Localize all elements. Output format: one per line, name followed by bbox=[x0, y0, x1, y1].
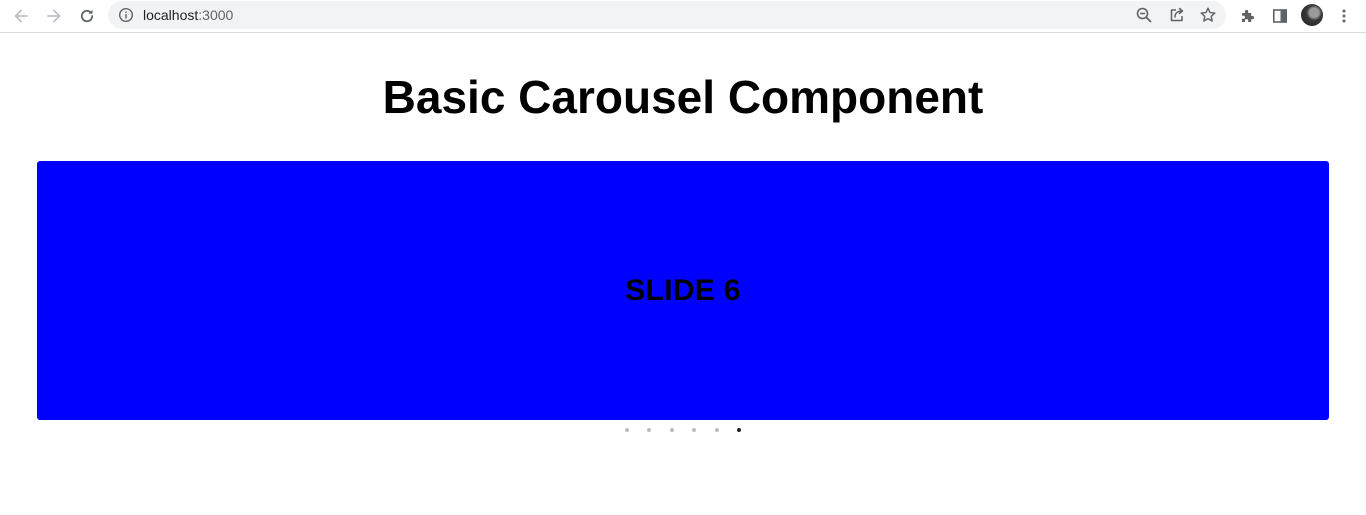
carousel-slide[interactable]: SLIDE 6 bbox=[37, 161, 1329, 420]
extensions-button[interactable] bbox=[1235, 4, 1261, 28]
forward-button[interactable] bbox=[41, 4, 67, 28]
arrow-left-icon bbox=[14, 9, 28, 23]
carousel-dot[interactable] bbox=[706, 425, 729, 435]
dot-indicator bbox=[714, 428, 719, 432]
zoom-button[interactable] bbox=[1133, 5, 1155, 25]
carousel[interactable]: SLIDE 6 bbox=[37, 161, 1329, 420]
arrow-right-icon bbox=[47, 9, 61, 23]
kebab-menu-icon bbox=[1342, 9, 1346, 23]
address-bar[interactable]: localhost:3000 bbox=[108, 1, 1226, 29]
reload-button[interactable] bbox=[74, 4, 100, 28]
dot-indicator bbox=[647, 428, 652, 432]
puzzle-icon bbox=[1242, 9, 1255, 22]
carousel-dot[interactable] bbox=[661, 425, 684, 435]
side-panel-button[interactable] bbox=[1267, 4, 1293, 28]
side-panel-icon bbox=[1272, 9, 1287, 23]
slide-label: SLIDE 6 bbox=[625, 273, 741, 307]
carousel-dot[interactable] bbox=[728, 425, 751, 435]
zoom-out-icon bbox=[1136, 7, 1152, 23]
carousel-pagination bbox=[0, 425, 1366, 435]
carousel-dot[interactable] bbox=[683, 425, 706, 435]
share-icon bbox=[1170, 7, 1184, 22]
browser-toolbar: localhost:3000 bbox=[0, 0, 1366, 33]
dot-indicator bbox=[669, 428, 674, 432]
carousel-dot[interactable] bbox=[616, 425, 639, 435]
browser-menu-button[interactable] bbox=[1331, 4, 1357, 28]
page-title: Basic Carousel Component bbox=[382, 71, 984, 123]
back-button[interactable] bbox=[8, 4, 34, 28]
info-icon[interactable] bbox=[118, 7, 134, 23]
dot-indicator bbox=[692, 428, 697, 432]
bookmark-button[interactable] bbox=[1197, 5, 1219, 25]
url-port: :3000 bbox=[198, 7, 234, 23]
share-button[interactable] bbox=[1166, 5, 1188, 25]
dot-indicator bbox=[737, 428, 742, 432]
dot-indicator bbox=[624, 428, 629, 432]
reload-icon bbox=[80, 9, 94, 23]
url-host: localhost bbox=[143, 7, 199, 23]
star-icon bbox=[1200, 7, 1216, 22]
url-text[interactable]: localhost:3000 bbox=[143, 7, 233, 23]
carousel-dot[interactable] bbox=[638, 425, 661, 435]
profile-avatar[interactable] bbox=[1301, 4, 1323, 26]
